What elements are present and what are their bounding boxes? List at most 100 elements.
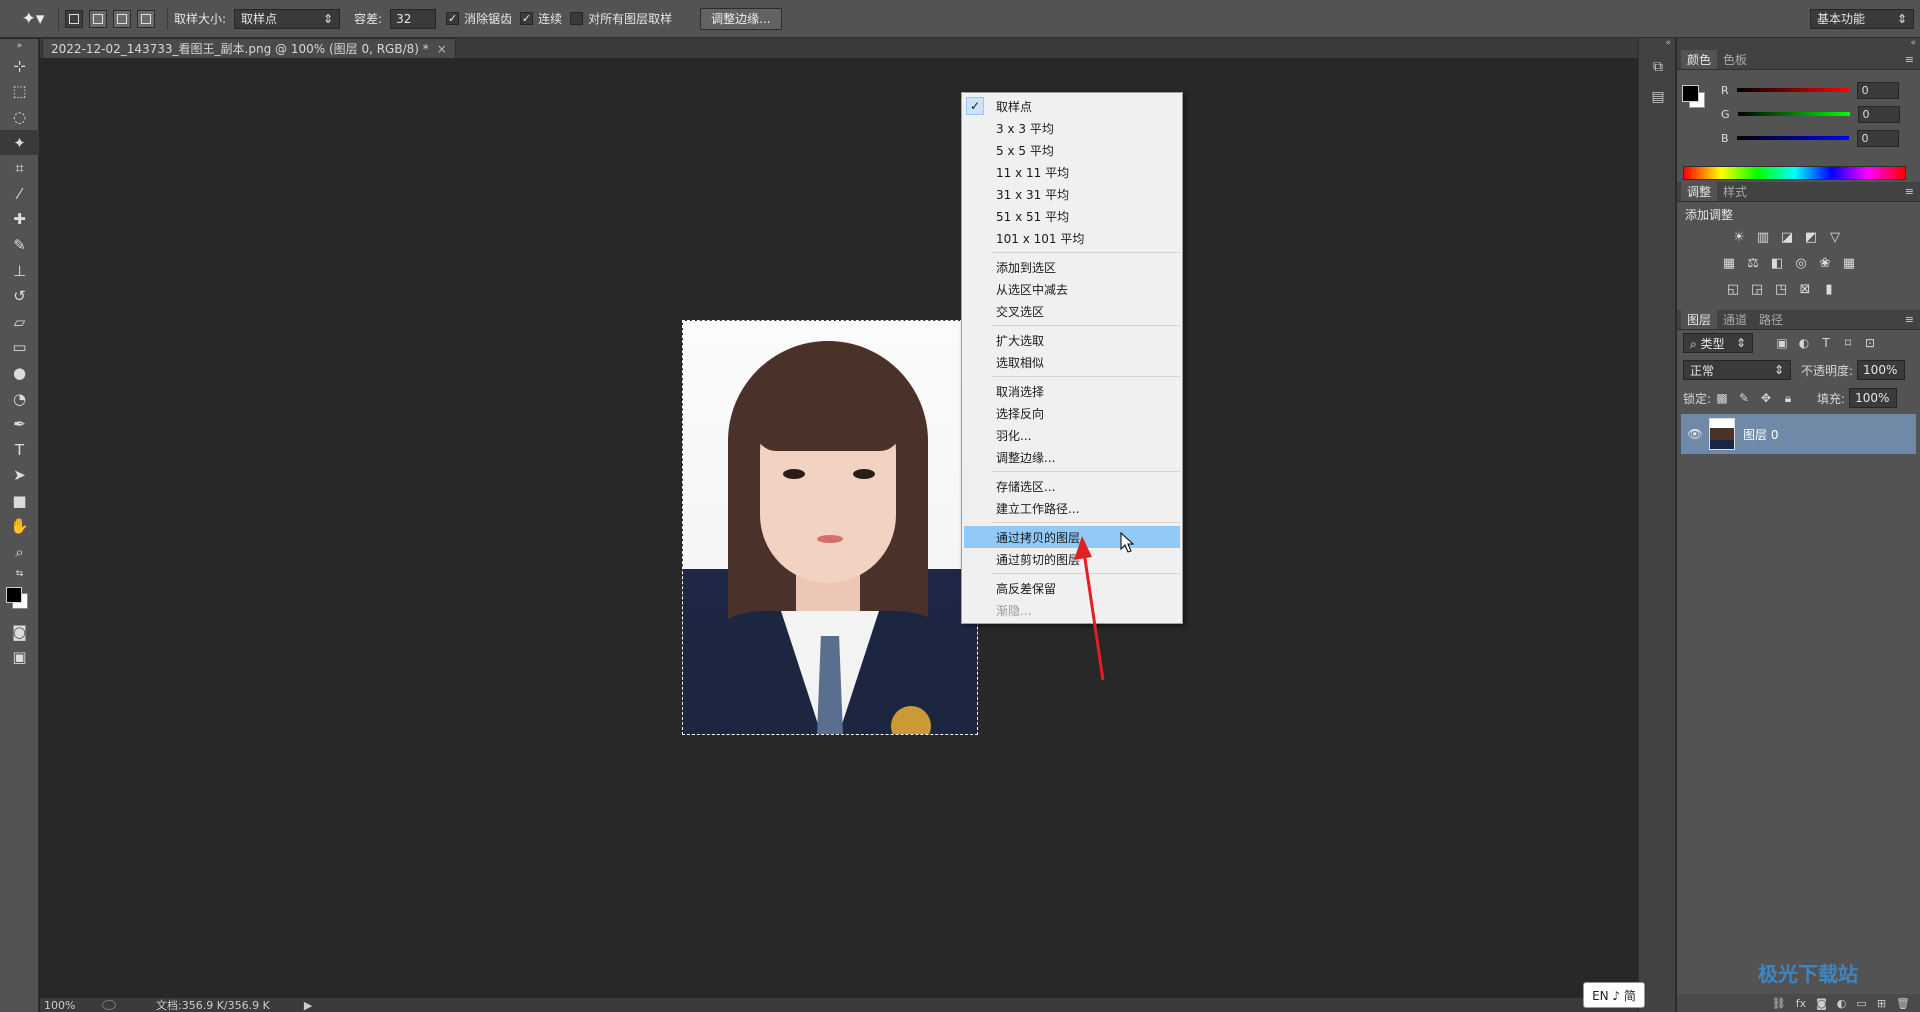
invert-icon[interactable]: ◱ xyxy=(1721,279,1745,299)
vibrance-icon[interactable]: ▽ xyxy=(1823,227,1847,247)
menu-item[interactable]: 3 x 3 平均 xyxy=(962,117,1182,139)
menu-item[interactable]: 11 x 11 平均 xyxy=(962,161,1182,183)
menu-item[interactable]: 交叉选区 xyxy=(962,300,1182,322)
dodge-tool-icon[interactable]: ◔ xyxy=(0,386,39,412)
r-track[interactable] xyxy=(1736,88,1849,92)
fill-input[interactable]: 100% xyxy=(1849,388,1898,408)
add-mask-icon[interactable]: ◙ xyxy=(1816,997,1827,1010)
zoom-tool-icon[interactable]: ⌕ xyxy=(0,539,39,565)
new-adjustment-icon[interactable]: ◐ xyxy=(1837,997,1847,1010)
filter-smart-icon[interactable]: ⊡ xyxy=(1859,336,1881,350)
menu-item[interactable]: 选择反向 xyxy=(962,402,1182,424)
refine-edge-button[interactable]: 调整边缘... xyxy=(700,7,782,30)
menu-item[interactable]: 调整边缘... xyxy=(962,446,1182,468)
magic-wand-tool-icon[interactable]: ✦ xyxy=(0,129,39,156)
lock-position-icon[interactable]: ✥ xyxy=(1755,391,1777,405)
type-tool-icon[interactable]: T xyxy=(0,437,39,463)
zoom-level[interactable]: 100% xyxy=(44,999,84,1012)
crop-tool-icon[interactable]: ⌗ xyxy=(0,155,39,181)
screen-mode-icon[interactable]: ▣ xyxy=(0,644,39,670)
selective-color-icon[interactable]: ⊠ xyxy=(1793,279,1817,299)
menu-item[interactable]: 取消选择 xyxy=(962,380,1182,402)
close-icon[interactable]: × xyxy=(437,42,447,56)
r-value-input[interactable]: 0 xyxy=(1856,81,1899,99)
contiguous-checkbox[interactable]: ✓ xyxy=(520,12,534,25)
brush-tool-icon[interactable]: ✎ xyxy=(0,232,39,258)
document-tab[interactable]: 2022-12-02_143733_看图王_副本.png @ 100% (图层 … xyxy=(42,38,456,58)
menu-item[interactable]: 添加到选区 xyxy=(962,256,1182,278)
foreground-color-swatch[interactable] xyxy=(6,586,22,603)
status-menu-arrow-icon[interactable]: ▶ xyxy=(304,999,312,1012)
portrait-image[interactable] xyxy=(682,320,978,735)
slider-b[interactable]: B 0 xyxy=(1677,126,1920,150)
menu-item[interactable]: 选取相似 xyxy=(962,351,1182,373)
eraser-tool-icon[interactable]: ▱ xyxy=(0,309,39,335)
gradient-map-icon[interactable]: ▮ xyxy=(1817,279,1841,299)
trash-icon[interactable]: 🗑︎ xyxy=(1896,997,1910,1010)
slider-g[interactable]: G 0 xyxy=(1677,102,1920,126)
quick-mask-icon[interactable]: ◙ xyxy=(0,619,39,645)
opacity-input[interactable]: 100% xyxy=(1857,360,1906,380)
threshold-icon[interactable]: ◳ xyxy=(1769,279,1793,299)
menu-item[interactable]: 存储选区... xyxy=(962,475,1182,497)
ime-indicator[interactable]: EN ♪ 简 xyxy=(1583,982,1645,1008)
menu-item[interactable]: 扩大选取 xyxy=(962,329,1182,351)
history-panel-icon[interactable]: ⧉ xyxy=(1639,52,1677,82)
black-white-icon[interactable]: ◧ xyxy=(1765,253,1789,273)
swap-colors-icon[interactable]: ⇆ xyxy=(0,565,39,583)
tab-paths[interactable]: 路径 xyxy=(1753,310,1789,329)
eyedropper-tool-icon[interactable]: ⁄ xyxy=(0,181,39,207)
link-layers-icon[interactable]: ⛓︎ xyxy=(1772,997,1786,1010)
menu-item[interactable]: 5 x 5 平均 xyxy=(962,139,1182,161)
hand-tool-icon[interactable]: ✋ xyxy=(0,514,39,540)
blend-mode-select[interactable]: 正常 ⇕ xyxy=(1683,360,1791,380)
posterize-icon[interactable]: ◲ xyxy=(1745,279,1769,299)
filter-type-icon[interactable]: T xyxy=(1815,336,1837,350)
blur-tool-icon[interactable]: ● xyxy=(0,360,39,386)
b-track[interactable] xyxy=(1736,136,1849,140)
channel-mixer-icon[interactable]: ❀ xyxy=(1813,253,1837,273)
panel-menu-icon[interactable]: ≡ xyxy=(1905,185,1914,198)
g-value-input[interactable]: 0 xyxy=(1857,105,1900,123)
marquee-tool-icon[interactable]: ⬚ xyxy=(0,79,39,105)
tab-adjustments[interactable]: 调整 xyxy=(1681,182,1718,201)
g-track[interactable] xyxy=(1737,112,1850,116)
menu-item[interactable]: 101 x 101 平均 xyxy=(962,227,1182,249)
new-selection-button[interactable] xyxy=(65,9,83,28)
status-icon[interactable] xyxy=(102,1000,116,1010)
panel-menu-icon[interactable]: ≡ xyxy=(1905,53,1914,66)
menu-item[interactable]: 51 x 51 平均 xyxy=(962,205,1182,227)
antialias-checkbox[interactable]: ✓ xyxy=(446,12,460,25)
menu-item[interactable]: ✓ 取样点 xyxy=(962,95,1182,117)
tab-layers[interactable]: 图层 xyxy=(1681,310,1718,329)
tab-color[interactable]: 颜色 xyxy=(1681,50,1718,69)
filter-pixel-icon[interactable]: ▣ xyxy=(1771,336,1793,350)
expand-icon[interactable]: « xyxy=(1639,38,1675,52)
lasso-tool-icon[interactable]: ◌ xyxy=(0,104,39,130)
lock-pixels-icon[interactable]: ▩ xyxy=(1711,391,1733,405)
history-brush-icon[interactable]: ↺ xyxy=(0,283,39,309)
curves-icon[interactable]: ◪ xyxy=(1775,227,1799,247)
magic-wand-icon[interactable]: ✦▾ xyxy=(14,4,52,34)
filter-shape-icon[interactable]: ⌑ xyxy=(1837,336,1859,350)
tab-channels[interactable]: 通道 xyxy=(1717,310,1753,329)
layer-row[interactable]: 👁︎ 图层 0 xyxy=(1681,414,1916,454)
menu-item[interactable]: 羽化... xyxy=(962,424,1182,446)
photo-filter-icon[interactable]: ◎ xyxy=(1789,253,1813,273)
menu-item[interactable]: 建立工作路径... xyxy=(962,497,1182,519)
move-tool-icon[interactable]: ⊹ xyxy=(0,53,39,79)
new-layer-icon[interactable]: ⊞ xyxy=(1877,997,1886,1010)
layer-name[interactable]: 图层 0 xyxy=(1743,426,1778,443)
color-lookup-icon[interactable]: ▦ xyxy=(1837,253,1861,273)
subtract-selection-button[interactable] xyxy=(113,9,131,28)
color-balance-icon[interactable]: ⚖ xyxy=(1741,253,1765,273)
exposure-icon[interactable]: ◩ xyxy=(1799,227,1823,247)
collapse-icon[interactable]: » xyxy=(0,39,39,53)
lock-all-icon[interactable]: 🔒︎ xyxy=(1777,391,1799,406)
sample-all-layers-checkbox[interactable] xyxy=(570,12,584,25)
b-value-input[interactable]: 0 xyxy=(1856,129,1899,147)
stamp-tool-icon[interactable]: ⊥ xyxy=(0,258,39,284)
fx-icon[interactable]: fx xyxy=(1796,997,1806,1010)
brightness-icon[interactable]: ☀ xyxy=(1727,227,1751,247)
pen-tool-icon[interactable]: ✒ xyxy=(0,411,39,437)
